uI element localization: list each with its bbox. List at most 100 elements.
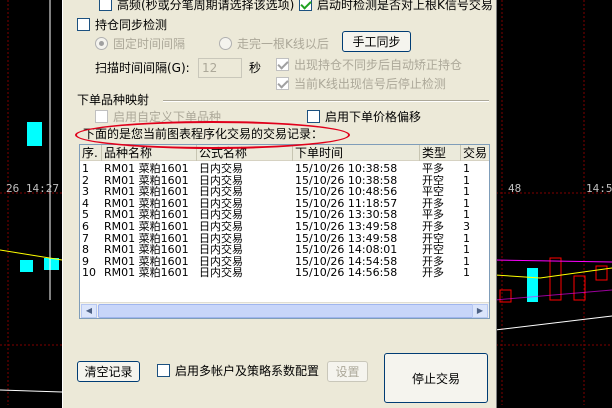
fixed-interval-radio[interactable] [95, 37, 108, 50]
table-cell: 15/10/26 14:56:58 [295, 267, 398, 279]
column-header[interactable]: 序. [80, 145, 102, 161]
table-cell: 日内交易 [199, 255, 243, 267]
table-row[interactable]: 6 RM01 菜粕1601 日内交易 15/10/26 13:49:58 开多 3 [80, 221, 489, 232]
table-row[interactable]: 8 RM01 菜粕1601 日内交易 15/10/26 14:08:01 开空 1 [80, 244, 489, 255]
after-k-label: 走完一根K线以后 [237, 37, 329, 51]
fixed-interval-label: 固定时间间隔 [113, 37, 186, 51]
table-cell: 1 [463, 209, 470, 221]
position-sync-label: 持仓同步检测 [95, 18, 168, 32]
table-cell: 平多 [422, 209, 444, 221]
table-cell: 1 [463, 163, 470, 174]
column-header[interactable]: 类型 [420, 145, 461, 161]
column-header[interactable]: 下单时间 [293, 145, 420, 161]
startup-check-checkbox[interactable] [299, 0, 312, 11]
table-cell: 1 [463, 255, 470, 267]
table-row[interactable]: 1 RM01 菜粕1601 日内交易 15/10/26 10:38:58 平多 1 [80, 163, 489, 174]
scroll-left-icon[interactable]: ◀ [81, 304, 97, 318]
table-cell: 15/10/26 14:54:58 [295, 255, 398, 267]
scrollbar-thumb[interactable] [98, 304, 474, 318]
table-cell: 3 [82, 186, 89, 198]
price-offset-checkbox[interactable] [307, 110, 320, 123]
table-cell: 日内交易 [199, 244, 243, 256]
multi-account-checkbox[interactable] [157, 364, 170, 377]
time-label: 26 14:27 [6, 182, 59, 195]
auto-correct-label: 出现持仓不同步后自动矫正持仓 [294, 58, 463, 72]
table-cell: 7 [82, 232, 89, 244]
table-header: 序. 品种名称 公式名称 下单时间 类型 交易 [80, 145, 489, 161]
startup-check-label: 启动时检测是否对上根K信号交易 [317, 0, 493, 12]
table-cell: 15/10/26 11:18:57 [295, 197, 398, 209]
table-cell: 日内交易 [199, 267, 243, 279]
stop-check-label: 当前K线出现信号后停止检测 [294, 77, 446, 91]
mapping-divider [163, 100, 489, 102]
table-cell: 1 [463, 244, 470, 256]
table-cell: 5 [82, 209, 89, 221]
candle-up [20, 260, 33, 272]
trading-dialog: 高频(秒或分笔周期请选择该选项) 启动时检测是否对上根K信号交易 持仓同步检测 … [62, 0, 497, 408]
scan-interval-input[interactable]: 12 [198, 58, 242, 78]
table-row[interactable]: 5 RM01 菜粕1601 日内交易 15/10/26 13:30:58 平多 1 [80, 209, 489, 220]
table-cell: 日内交易 [199, 174, 243, 186]
stop-check-checkbox[interactable] [276, 77, 289, 90]
table-cell: RM01 菜粕1601 [104, 221, 189, 232]
custom-symbol-checkbox[interactable] [95, 110, 108, 123]
table-cell: 6 [82, 221, 89, 232]
table-cell: 4 [82, 197, 89, 209]
scroll-right-icon[interactable]: ▶ [472, 304, 488, 318]
table-cell: 1 [463, 267, 470, 279]
table-cell: 平空 [422, 186, 444, 198]
table-cell: 10 [82, 267, 96, 279]
high-freq-checkbox[interactable] [99, 0, 112, 11]
candle-up [27, 122, 42, 146]
table-cell: 8 [82, 244, 89, 256]
table-row[interactable]: 3 RM01 菜粕1601 日内交易 15/10/26 10:48:56 平空 1 [80, 186, 489, 197]
table-cell: 开空 [422, 244, 444, 256]
table-cell: 15/10/26 13:49:58 [295, 221, 398, 232]
table-cell: RM01 菜粕1601 [104, 267, 189, 279]
table-cell: 日内交易 [199, 232, 243, 244]
table-cell: 开多 [422, 255, 444, 267]
table-cell: 15/10/26 10:48:56 [295, 186, 398, 198]
table-row[interactable]: 9 RM01 菜粕1601 日内交易 15/10/26 14:54:58 开多 1 [80, 256, 489, 267]
manual-sync-button[interactable]: 手工同步 [342, 31, 411, 52]
table-cell: 开多 [422, 197, 444, 209]
column-header[interactable]: 交易 [461, 145, 489, 161]
table-cell: RM01 菜粕1601 [104, 186, 189, 198]
candle-up [573, 275, 586, 301]
trade-records-table[interactable]: 序. 品种名称 公式名称 下单时间 类型 交易 1 RM01 菜粕1601 日内交易… [79, 144, 490, 319]
table-cell: 日内交易 [199, 163, 243, 174]
table-cell: 1 [463, 174, 470, 186]
table-row[interactable]: 10 RM01 菜粕1601 日内交易 15/10/26 14:56:58 开多 1 [80, 267, 489, 278]
stop-trading-button[interactable]: 停止交易 [384, 353, 488, 403]
auto-correct-checkbox[interactable] [276, 58, 289, 71]
candle-up [595, 265, 608, 281]
table-cell: 日内交易 [199, 221, 243, 232]
multi-account-label: 启用多帐户及策略系数配置 [175, 364, 320, 378]
table-cell: RM01 菜粕1601 [104, 209, 189, 221]
horizontal-scrollbar[interactable]: ◀ ▶ [80, 302, 489, 318]
table-row[interactable]: 2 RM01 菜粕1601 日内交易 15/10/26 10:38:58 开空 1 [80, 175, 489, 186]
time-label: 14:52 [586, 182, 612, 195]
settings-button[interactable]: 设置 [327, 361, 368, 382]
table-row[interactable]: 7 RM01 菜粕1601 日内交易 15/10/26 13:49:58 开空 1 [80, 233, 489, 244]
table-cell: 1 [463, 186, 470, 198]
table-cell: RM01 菜粕1601 [104, 197, 189, 209]
table-cell: 开多 [422, 267, 444, 279]
position-sync-checkbox[interactable] [77, 18, 90, 31]
table-cell: RM01 菜粕1601 [104, 232, 189, 244]
clear-records-button[interactable]: 清空记录 [77, 361, 140, 382]
table-cell: 1 [463, 232, 470, 244]
table-row[interactable]: 4 RM01 菜粕1601 日内交易 15/10/26 11:18:57 开多 1 [80, 198, 489, 209]
table-cell: 1 [463, 197, 470, 209]
left-candles [0, 0, 63, 393]
table-cell: 日内交易 [199, 197, 243, 209]
after-k-radio[interactable] [219, 37, 232, 50]
table-cell: 15/10/26 13:30:58 [295, 209, 398, 221]
table-cell: 9 [82, 255, 89, 267]
table-cell: RM01 菜粕1601 [104, 244, 189, 256]
table-cell: 开多 [422, 221, 444, 232]
table-cell: 开空 [422, 174, 444, 186]
seconds-unit: 秒 [249, 61, 262, 75]
table-cell: 日内交易 [199, 186, 243, 198]
price-offset-label: 启用下单价格偏移 [325, 110, 422, 124]
